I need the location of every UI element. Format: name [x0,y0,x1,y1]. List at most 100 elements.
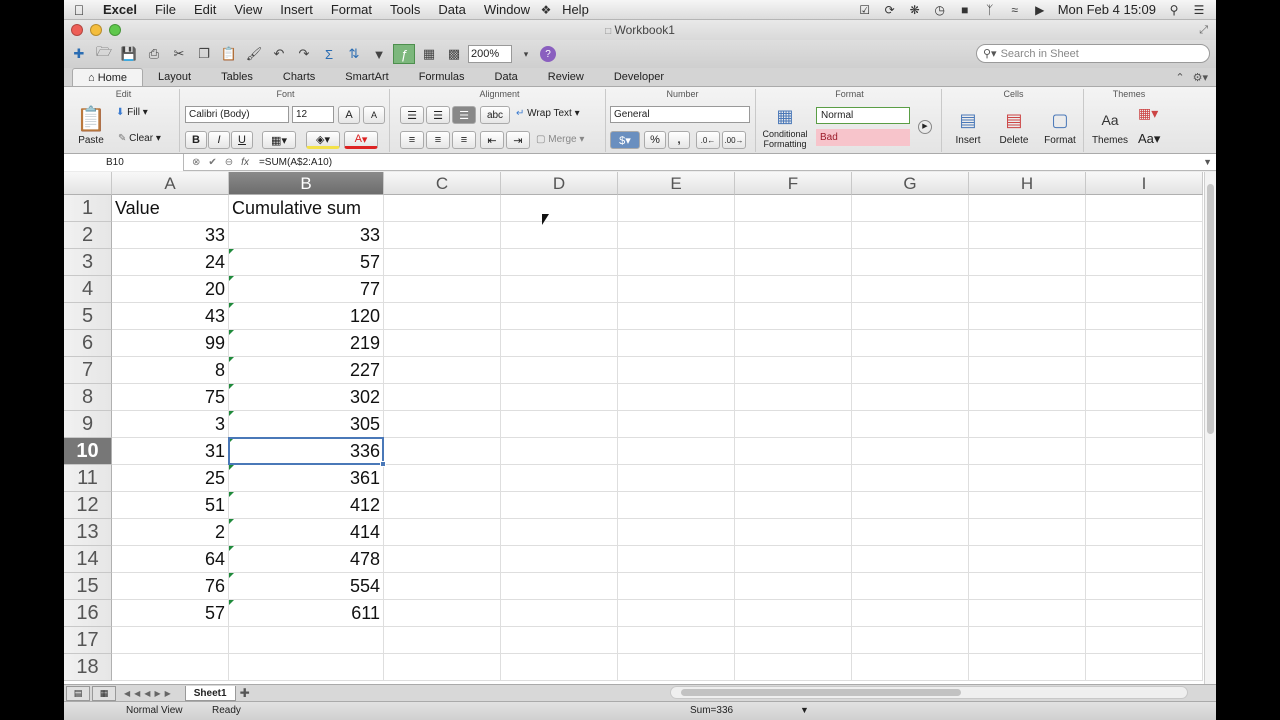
cell-f18[interactable] [735,654,852,681]
cancel-formula-icon[interactable]: ⊗ [192,157,200,168]
cell-d13[interactable] [501,519,618,546]
font-size-select[interactable]: 12 [292,106,334,123]
cell-i6[interactable] [1086,330,1203,357]
cell-c2[interactable] [384,222,501,249]
borders-button[interactable]: ▦ ▾ [262,131,296,149]
checkbox-icon[interactable]: ☑ [858,3,872,17]
cell-b18[interactable] [229,654,384,681]
row-header-15[interactable]: 15 [64,573,112,600]
row-header-13[interactable]: 13 [64,519,112,546]
menu-edit[interactable]: Edit [185,2,225,17]
theme-colors-icon[interactable]: ▦▾ [1138,105,1158,122]
confirm-formula-icon[interactable]: ✔ [208,157,216,168]
script-icon[interactable]: ❖ [539,3,553,17]
vertical-scrollbar[interactable] [1204,172,1216,684]
help-icon[interactable]: ? [540,46,556,62]
copy-icon[interactable]: ❐ [193,44,215,64]
zoom-dropdown-icon[interactable]: ▾ [515,44,537,64]
cell-c18[interactable] [384,654,501,681]
cell-i12[interactable] [1086,492,1203,519]
cell-i10[interactable] [1086,438,1203,465]
align-left-button[interactable]: ≡ [400,131,424,149]
cell-e5[interactable] [618,303,735,330]
cell-e17[interactable] [618,627,735,654]
menu-format[interactable]: Format [322,2,381,17]
cell-g2[interactable] [852,222,969,249]
column-header-b[interactable]: B [229,172,384,195]
cell-a14[interactable]: 64 [112,546,229,573]
cell-i18[interactable] [1086,654,1203,681]
cell-d7[interactable] [501,357,618,384]
cell-i5[interactable] [1086,303,1203,330]
cell-i3[interactable] [1086,249,1203,276]
increase-decimal-button[interactable]: .0← [696,131,720,149]
format-cells-button[interactable]: ▢ Format [1038,105,1082,146]
cell-b16[interactable]: 611 [229,600,384,627]
menu-excel[interactable]: Excel [94,2,146,17]
cell-f8[interactable] [735,384,852,411]
percent-button[interactable]: % [644,131,666,149]
cell-g5[interactable] [852,303,969,330]
expand-formula-icon[interactable]: ▼ [1203,157,1212,167]
decrease-indent-button[interactable]: ⇤ [480,131,504,149]
cell-g18[interactable] [852,654,969,681]
cell-g11[interactable] [852,465,969,492]
cell-h14[interactable] [969,546,1086,573]
cell-a3[interactable]: 24 [112,249,229,276]
cell-e3[interactable] [618,249,735,276]
row-header-8[interactable]: 8 [64,384,112,411]
cell-a10[interactable]: 31 [112,438,229,465]
cell-g12[interactable] [852,492,969,519]
column-header-i[interactable]: I [1086,172,1203,195]
cell-f17[interactable] [735,627,852,654]
menubar-clock[interactable]: Mon Feb 4 15:09 [1058,2,1156,17]
column-header-h[interactable]: H [969,172,1086,195]
cell-d10[interactable] [501,438,618,465]
align-right-button[interactable]: ≡ [452,131,476,149]
delete-cells-button[interactable]: ▤ Delete [992,105,1036,146]
cell-e2[interactable] [618,222,735,249]
spotlight-icon[interactable]: ⚲ [1167,3,1181,17]
cell-g6[interactable] [852,330,969,357]
puzzle-icon[interactable]: ❋ [908,3,922,17]
cell-f5[interactable] [735,303,852,330]
ribbon-settings-icon[interactable]: ⚙▾ [1193,71,1208,84]
cell-h4[interactable] [969,276,1086,303]
tab-data[interactable]: Data [480,68,533,86]
tab-review[interactable]: Review [533,68,599,86]
function-icon[interactable]: ƒ [393,44,415,64]
tab-developer[interactable]: Developer [599,68,679,86]
volume-icon[interactable]: ▶ [1033,3,1047,17]
cell-c17[interactable] [384,627,501,654]
style-normal[interactable]: Normal [816,107,910,124]
cell-h2[interactable] [969,222,1086,249]
cell-b13[interactable]: 414 [229,519,384,546]
cell-i9[interactable] [1086,411,1203,438]
styles-more-icon[interactable]: ▶ [918,120,932,134]
cell-b15[interactable]: 554 [229,573,384,600]
cell-h15[interactable] [969,573,1086,600]
cell-h12[interactable] [969,492,1086,519]
vertical-scroll-thumb[interactable] [1207,184,1214,434]
cell-f14[interactable] [735,546,852,573]
cell-c9[interactable] [384,411,501,438]
cell-h13[interactable] [969,519,1086,546]
cell-d14[interactable] [501,546,618,573]
row-header-17[interactable]: 17 [64,627,112,654]
row-header-1[interactable]: 1 [64,195,112,222]
cell-a18[interactable] [112,654,229,681]
cell-i13[interactable] [1086,519,1203,546]
cell-d11[interactable] [501,465,618,492]
cell-d3[interactable] [501,249,618,276]
cell-i8[interactable] [1086,384,1203,411]
cell-a2[interactable]: 33 [112,222,229,249]
paste-button[interactable]: 📋 Paste [72,105,110,151]
row-header-3[interactable]: 3 [64,249,112,276]
cell-e14[interactable] [618,546,735,573]
cell-e13[interactable] [618,519,735,546]
tab-tables[interactable]: Tables [206,68,268,86]
shrink-font-button[interactable]: A [363,106,385,124]
fullscreen-icon[interactable]: ⤢ [1199,20,1208,40]
fill-button[interactable]: ⬇ Fill ▾ [116,107,148,118]
cell-d8[interactable] [501,384,618,411]
